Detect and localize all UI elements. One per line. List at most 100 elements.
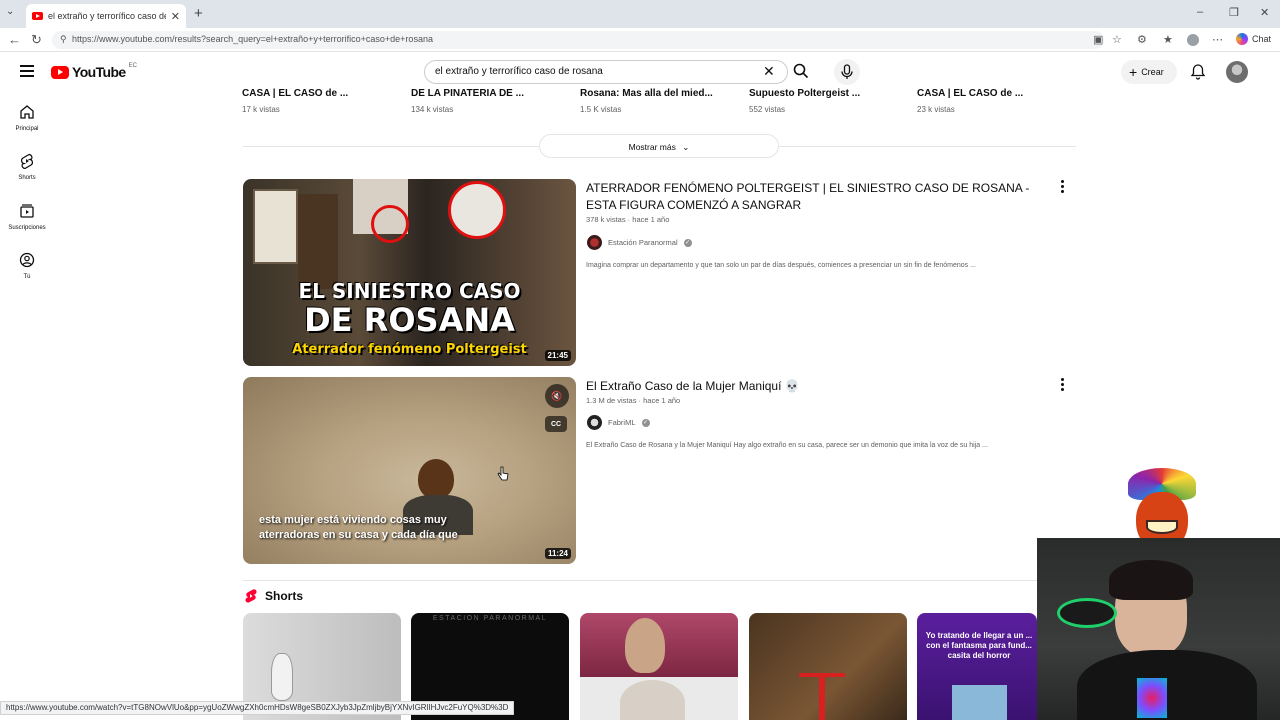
tab-title: el extraño y terrorífico caso de ros bbox=[48, 11, 166, 21]
browser-tab-bar: ⌄ el extraño y terrorífico caso de ros ✕… bbox=[0, 0, 1280, 28]
channel-name[interactable]: Estación Paranormal bbox=[608, 238, 678, 247]
tab-close-icon[interactable]: ✕ bbox=[171, 10, 180, 23]
notifications-icon[interactable] bbox=[1190, 63, 1206, 80]
youtube-logo-text: YouTube bbox=[72, 64, 126, 80]
url-text: https://www.youtube.com/results?search_q… bbox=[72, 34, 433, 44]
video-title[interactable]: ATERRADOR FENÓMENO POLTERGEIST | EL SINI… bbox=[586, 180, 1046, 214]
minimize-icon[interactable]: – bbox=[1197, 6, 1203, 18]
youtube-logo[interactable]: YouTube EC bbox=[51, 63, 137, 80]
top-result-title[interactable]: Supuesto Poltergeist ... bbox=[749, 88, 909, 99]
top-result-card[interactable]: CASA | EL CASO de ... 17 k vistas bbox=[242, 88, 402, 114]
sidebar-item-subscriptions[interactable]: Suscripciones bbox=[0, 203, 54, 231]
subscriptions-icon bbox=[20, 204, 34, 218]
video-description: Imagina comprar un departamento y que ta… bbox=[586, 262, 976, 269]
channel-name[interactable]: FabriML bbox=[608, 418, 636, 427]
voice-search-button[interactable] bbox=[834, 59, 860, 85]
shorts-heading: Shorts bbox=[265, 589, 304, 603]
top-result-card[interactable]: Supuesto Poltergeist ... 552 vistas bbox=[749, 88, 909, 114]
thumb-window bbox=[253, 189, 298, 264]
closed-captions-icon[interactable]: CC bbox=[545, 416, 567, 432]
shorts-section-header: Shorts bbox=[245, 589, 303, 603]
sidebar-item-you[interactable]: Tú bbox=[0, 252, 54, 280]
top-result-card[interactable]: Rosana: Mas alla del mied... 1.5 K vista… bbox=[580, 88, 740, 114]
channel-link[interactable]: FabriML ✓ bbox=[587, 415, 650, 430]
sidebar-item-label: Principal bbox=[15, 126, 39, 132]
plus-icon: + bbox=[1129, 64, 1138, 80]
show-more-button[interactable]: Mostrar más ⌄ bbox=[539, 134, 779, 158]
account-avatar[interactable] bbox=[1226, 61, 1248, 83]
sidebar-item-home[interactable]: Principal bbox=[0, 104, 54, 132]
youtube-header: YouTube EC el extraño y terrorífico caso… bbox=[0, 53, 1280, 91]
video-duration: 21:45 bbox=[544, 350, 571, 361]
clear-search-icon[interactable]: ✕ bbox=[763, 63, 775, 80]
site-info-icon[interactable]: ⚲ bbox=[60, 34, 67, 45]
video-caption-text: esta mujer está viviendo cosas muy aterr… bbox=[259, 514, 458, 541]
short-overlay-text: Yo tratando de llegar a un ... con el fa… bbox=[925, 631, 1033, 660]
more-actions-icon[interactable] bbox=[1061, 378, 1064, 393]
channel-avatar[interactable] bbox=[587, 415, 602, 430]
sidebar-item-label: Shorts bbox=[18, 175, 36, 181]
channel-link[interactable]: Estación Paranormal ✓ bbox=[587, 235, 692, 250]
back-icon[interactable]: ← bbox=[8, 32, 21, 47]
top-result-title[interactable]: CASA | EL CASO de ... bbox=[917, 88, 1077, 99]
copilot-icon[interactable] bbox=[1236, 33, 1248, 45]
top-result-views: 1.5 K vistas bbox=[580, 105, 622, 114]
thumb-red-circle bbox=[448, 181, 506, 239]
maximize-icon[interactable]: ❐ bbox=[1229, 6, 1239, 19]
chevron-down-icon: ⌄ bbox=[682, 142, 690, 152]
menu-icon[interactable] bbox=[20, 65, 34, 80]
search-input[interactable]: el extraño y terrorífico caso de rosana bbox=[424, 60, 788, 84]
tab-list-icon[interactable]: ⌄ bbox=[6, 6, 14, 17]
profile-icon[interactable] bbox=[1187, 34, 1199, 46]
more-menu-icon[interactable]: ⋯ bbox=[1212, 33, 1223, 46]
short-overlay-text: ESTACION PARANORMAL bbox=[432, 615, 548, 622]
short-thumb-inset bbox=[952, 685, 1007, 720]
reload-icon[interactable]: ↻ bbox=[31, 32, 42, 48]
thumb-title-line1: EL SINIESTRO CASO bbox=[298, 279, 521, 303]
video-duration: 11:24 bbox=[544, 548, 571, 559]
url-field[interactable]: ⚲ https://www.youtube.com/results?search… bbox=[52, 31, 1104, 49]
sidebar-item-label: Tú bbox=[23, 274, 31, 280]
country-code: EC bbox=[128, 63, 137, 69]
sidebar-item-shorts[interactable]: Shorts bbox=[0, 153, 54, 181]
channel-avatar[interactable] bbox=[587, 235, 602, 250]
top-result-title[interactable]: CASA | EL CASO de ... bbox=[242, 88, 402, 99]
top-result-card[interactable]: CASA | EL CASO de ... 23 k vistas bbox=[917, 88, 1077, 114]
top-result-views: 134 k vistas bbox=[411, 105, 454, 114]
short-thumb-face bbox=[620, 680, 685, 720]
top-result-views: 17 k vistas bbox=[242, 105, 280, 114]
youtube-play-icon bbox=[51, 65, 69, 79]
link-preview-status: https://www.youtube.com/watch?v=tTG8NOwV… bbox=[0, 701, 515, 715]
shorts-icon bbox=[20, 153, 34, 169]
short-card[interactable] bbox=[749, 613, 907, 720]
top-result-title[interactable]: Rosana: Mas alla del mied... bbox=[580, 88, 740, 99]
divider bbox=[243, 580, 1037, 581]
browser-tab-active[interactable]: el extraño y terrorífico caso de ros ✕ bbox=[26, 4, 186, 28]
create-button[interactable]: + Crear bbox=[1121, 60, 1177, 84]
favorites-icon[interactable]: ★ bbox=[1163, 33, 1173, 46]
hand-cursor-icon bbox=[497, 466, 509, 481]
window-close-icon[interactable]: ✕ bbox=[1260, 6, 1269, 19]
short-card[interactable]: Yo tratando de llegar a un ... con el fa… bbox=[917, 613, 1037, 720]
mute-icon[interactable]: 🔇 bbox=[545, 384, 569, 408]
video-meta: 1.3 M de vistas · hace 1 año bbox=[586, 396, 681, 405]
thumb-title-line3: Aterrador fenómeno Poltergeist bbox=[292, 342, 527, 357]
top-result-title[interactable]: DE LA PINATERIA DE ... bbox=[411, 88, 571, 99]
video-thumbnail[interactable]: EL SINIESTRO CASO DE ROSANA Aterrador fe… bbox=[243, 179, 576, 366]
extensions-icon[interactable]: ⚙ bbox=[1137, 33, 1147, 46]
search-icon[interactable] bbox=[793, 63, 809, 79]
app-available-icon[interactable]: ▣ bbox=[1093, 33, 1103, 46]
top-result-views: 552 vistas bbox=[749, 105, 786, 114]
more-actions-icon[interactable] bbox=[1061, 180, 1064, 195]
video-description: El Extraño Caso de Rosana y la Mujer Man… bbox=[586, 442, 988, 449]
sidebar-item-label: Suscripciones bbox=[8, 225, 46, 231]
new-tab-icon[interactable]: + bbox=[194, 5, 203, 22]
favorite-star-icon[interactable]: ☆ bbox=[1112, 33, 1122, 46]
short-card[interactable] bbox=[580, 613, 738, 720]
chat-label[interactable]: Chat bbox=[1252, 34, 1271, 44]
top-result-card[interactable]: DE LA PINATERIA DE ... 134 k vistas bbox=[411, 88, 571, 114]
thumb-title-line2: DE ROSANA bbox=[304, 301, 515, 339]
show-more-label: Mostrar más bbox=[628, 142, 676, 152]
streamer-webcam bbox=[1037, 538, 1280, 720]
video-title[interactable]: El Extraño Caso de la Mujer Maniquí 💀 bbox=[586, 378, 1046, 395]
